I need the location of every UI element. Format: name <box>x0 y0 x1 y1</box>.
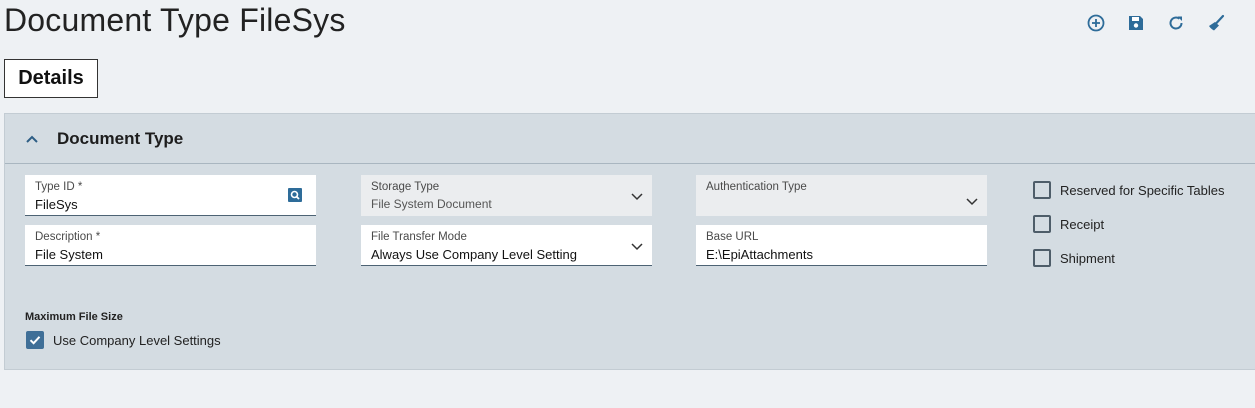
reserved-for-specific-tables-checkbox[interactable]: Reserved for Specific Tables <box>1033 181 1225 199</box>
checkbox-box-checked[interactable] <box>26 331 44 349</box>
add-new-icon <box>1087 14 1105 32</box>
base-url-field[interactable]: Base URL E:\EpiAttachments <box>696 225 987 266</box>
page-title: Document Type FileSys <box>4 2 346 38</box>
section-title: Document Type <box>57 128 184 148</box>
chevron-down-icon[interactable] <box>966 195 978 207</box>
chevron-down-icon[interactable] <box>631 190 643 202</box>
tab-details[interactable]: Details <box>4 59 98 98</box>
save-icon <box>1129 16 1143 30</box>
save-button[interactable] <box>1123 10 1149 36</box>
panel-header[interactable]: Document Type <box>5 114 1255 164</box>
checkmark-icon <box>29 336 41 345</box>
chevron-up-icon[interactable] <box>25 132 39 146</box>
storage-type-value: File System Document <box>371 197 492 211</box>
refresh-icon <box>1169 16 1183 30</box>
use-company-level-settings-checkbox[interactable]: Use Company Level Settings <box>26 331 221 349</box>
maximum-file-size-label: Maximum File Size <box>25 311 123 323</box>
checkbox-box[interactable] <box>1033 181 1051 199</box>
type-id-field[interactable]: Type ID * FileSys <box>25 175 316 216</box>
authentication-type-label: Authentication Type <box>706 181 807 193</box>
authentication-type-select[interactable]: Authentication Type <box>696 175 987 216</box>
type-id-value[interactable]: FileSys <box>35 196 306 213</box>
storage-type-select[interactable]: Storage Type File System Document <box>361 175 652 216</box>
description-label: Description * <box>35 231 101 243</box>
search-icon[interactable] <box>288 188 302 202</box>
file-transfer-mode-select[interactable]: File Transfer Mode Always Use Company Le… <box>361 225 652 266</box>
document-type-panel: Document Type Type ID * FileSys Storage … <box>4 113 1255 370</box>
file-transfer-mode-value[interactable]: Always Use Company Level Setting <box>371 246 642 263</box>
receipt-checkbox[interactable]: Receipt <box>1033 215 1104 233</box>
checkbox-label: Use Company Level Settings <box>53 332 221 348</box>
checkbox-box[interactable] <box>1033 215 1051 233</box>
description-field[interactable]: Description * File System <box>25 225 316 266</box>
shipment-checkbox[interactable]: Shipment <box>1033 249 1115 267</box>
base-url-value[interactable]: E:\EpiAttachments <box>706 246 977 263</box>
file-transfer-mode-label: File Transfer Mode <box>371 231 467 243</box>
checkbox-label: Reserved for Specific Tables <box>1060 182 1225 198</box>
toolbar <box>1075 10 1255 36</box>
chevron-down-icon[interactable] <box>631 240 643 252</box>
add-new-button[interactable] <box>1083 10 1109 36</box>
type-id-label: Type ID * <box>35 181 83 193</box>
checkbox-label: Receipt <box>1060 216 1105 232</box>
checkbox-label: Shipment <box>1060 250 1115 266</box>
clear-icon <box>1209 14 1225 31</box>
base-url-label: Base URL <box>706 231 759 243</box>
clear-button[interactable] <box>1203 10 1229 36</box>
description-value[interactable]: File System <box>35 246 306 263</box>
refresh-button[interactable] <box>1163 10 1189 36</box>
storage-type-label: Storage Type <box>371 181 440 193</box>
checkbox-box[interactable] <box>1033 249 1051 267</box>
